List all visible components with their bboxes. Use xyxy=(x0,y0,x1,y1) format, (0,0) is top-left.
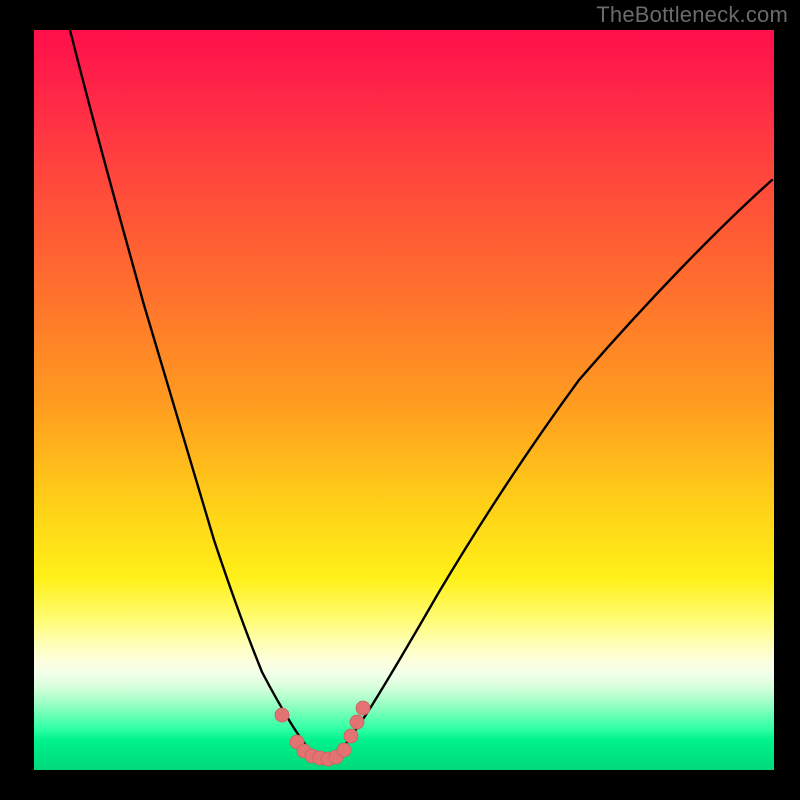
watermark-text: TheBottleneck.com xyxy=(596,2,788,28)
marker-point xyxy=(275,708,289,722)
curve-svg xyxy=(34,30,774,770)
curve-left-branch xyxy=(70,30,312,753)
marker-point xyxy=(350,715,364,729)
plot-area xyxy=(34,30,774,770)
marker-point xyxy=(356,701,370,715)
curve-markers xyxy=(275,701,370,766)
chart-frame: TheBottleneck.com xyxy=(0,0,800,800)
marker-point xyxy=(344,729,358,743)
curve-right-branch xyxy=(339,180,772,753)
marker-point xyxy=(337,743,351,757)
